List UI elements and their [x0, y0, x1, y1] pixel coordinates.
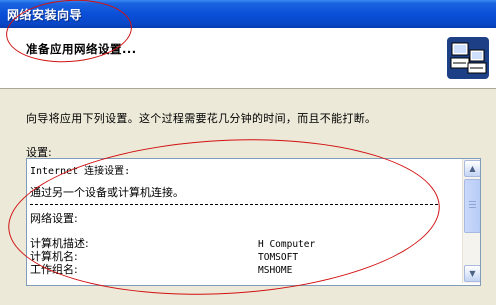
title-bar[interactable]: 网络安装向导 [0, 0, 496, 28]
window-title: 网络安装向导 [7, 8, 83, 22]
computer-name-value: TOMSOFT [258, 252, 299, 263]
network-computers-icon [447, 37, 489, 79]
separator-line [30, 204, 438, 205]
scrollbar-thumb[interactable] [464, 179, 480, 233]
internet-settings-heading: Internet 连接设置: [30, 166, 131, 177]
thumb-grip [469, 201, 476, 202]
scroll-up-arrow-icon[interactable]: ▲ [464, 160, 480, 177]
page-heading: 准备应用网络设置... [26, 42, 137, 56]
network-settings-heading: 网络设置: [30, 212, 78, 225]
vertical-scrollbar[interactable]: ▲ ▼ [462, 159, 480, 283]
thumb-grip [469, 204, 476, 205]
computer-description-value: H Computer [258, 239, 316, 250]
thumb-grip [469, 207, 476, 208]
settings-listbox[interactable]: Internet 连接设置: 通过另一个设备或计算机连接。 网络设置: 计算机描… [26, 158, 481, 286]
scroll-down-arrow-icon[interactable]: ▼ [464, 265, 480, 282]
workgroup-label: 工作组名: [30, 263, 78, 276]
connection-method: 通过另一个设备或计算机连接。 [30, 186, 184, 199]
computer-description-label: 计算机描述: [30, 237, 89, 250]
computer-name-label: 计算机名: [30, 250, 78, 263]
workgroup-value: MSHOME [258, 265, 293, 276]
wizard-header: 准备应用网络设置... [0, 28, 496, 89]
intro-text: 向导将应用下列设置。这个过程需要花几分钟的时间，而且不能打断。 [26, 112, 377, 125]
